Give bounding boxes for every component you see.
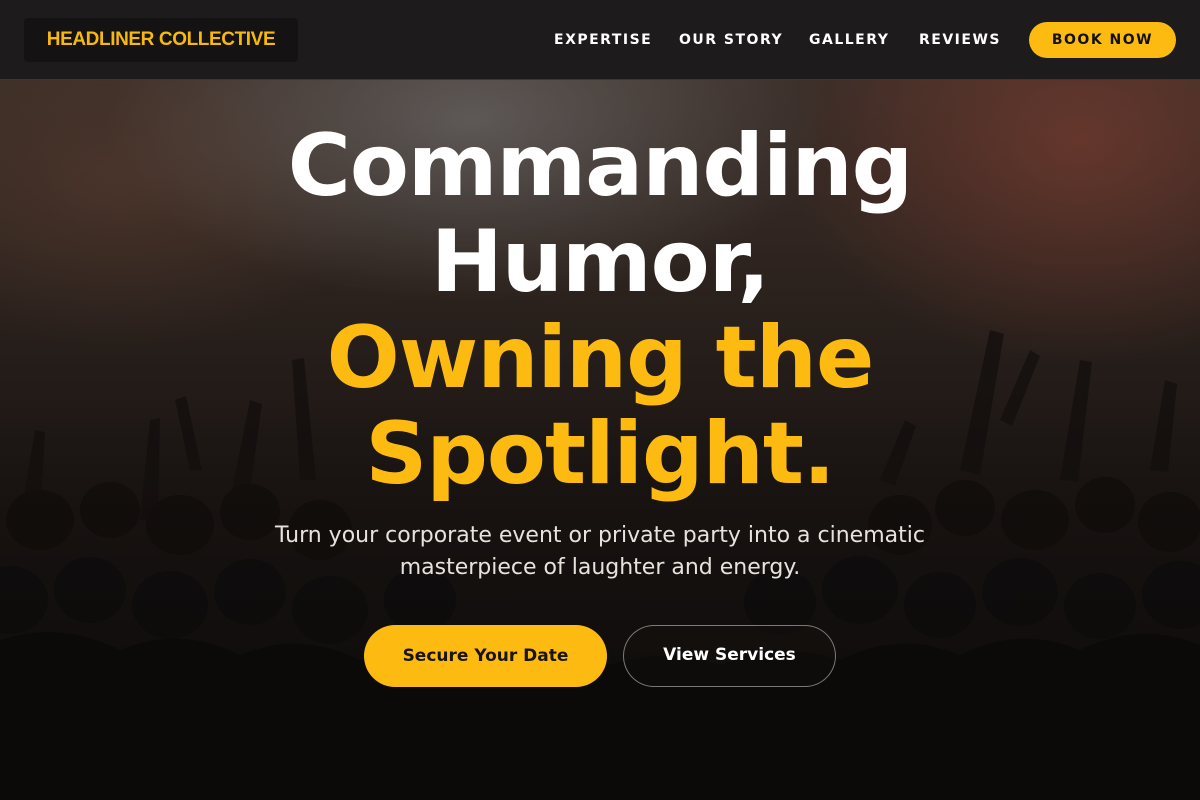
view-services-button[interactable]: View Services (623, 625, 836, 687)
secure-your-date-button[interactable]: Secure Your Date (364, 625, 607, 687)
headline-line-3: Owning the (326, 308, 875, 408)
nav-link-expertise[interactable]: EXPERTISE (554, 30, 652, 50)
nav-link-our-story[interactable]: OUR STORY (679, 30, 783, 50)
brand-logo[interactable]: HEADLINER COLLECTIVE (24, 18, 298, 62)
hero-headline: Commanding Humor, Owning the Spotlight. (150, 118, 1050, 502)
headline-line-4: Spotlight. (365, 404, 835, 504)
landing-page: HEADLINER COLLECTIVE EXPERTISE OUR STORY… (0, 0, 1200, 800)
headline-line-1: Commanding (287, 116, 914, 216)
book-now-button[interactable]: BOOK NOW (1029, 22, 1176, 58)
nav-link-gallery[interactable]: GALLERY (809, 30, 889, 50)
headline-line-2: Humor, (430, 212, 770, 312)
top-navbar: HEADLINER COLLECTIVE EXPERTISE OUR STORY… (0, 0, 1200, 80)
hero-subtitle: Turn your corporate event or private par… (275, 523, 925, 580)
nav-link-reviews[interactable]: REVIEWS (919, 30, 1001, 50)
